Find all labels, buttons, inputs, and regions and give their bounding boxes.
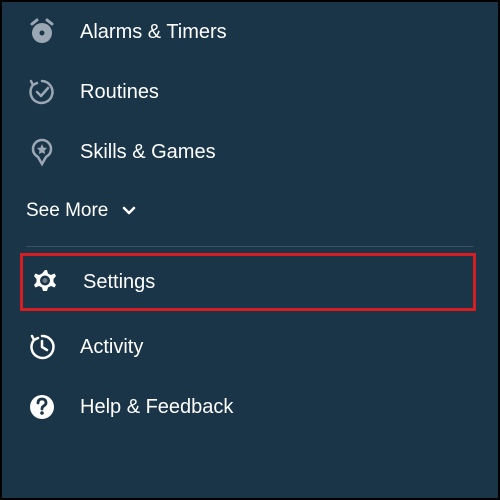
- menu-item-activity[interactable]: Activity: [2, 317, 498, 377]
- menu-item-label: Alarms & Timers: [80, 21, 227, 44]
- menu-item-label: Skills & Games: [80, 141, 216, 164]
- see-more-toggle[interactable]: See More: [2, 182, 498, 240]
- gear-icon: [29, 266, 61, 298]
- menu-item-routines[interactable]: Routines: [2, 62, 498, 122]
- skills-icon: [26, 136, 58, 168]
- help-icon: [26, 391, 58, 423]
- see-more-label: See More: [26, 200, 108, 222]
- menu-item-settings[interactable]: Settings: [20, 253, 476, 311]
- alarm-icon: [26, 16, 58, 48]
- menu-item-help[interactable]: Help & Feedback: [2, 377, 498, 437]
- activity-icon: [26, 331, 58, 363]
- menu-item-skills[interactable]: Skills & Games: [2, 122, 498, 182]
- menu-item-label: Routines: [80, 81, 159, 104]
- routines-icon: [26, 76, 58, 108]
- menu-item-label: Settings: [83, 271, 155, 294]
- menu-item-alarms[interactable]: Alarms & Timers: [2, 2, 498, 62]
- menu-divider: [26, 246, 474, 247]
- chevron-down-icon: [120, 202, 138, 220]
- sidebar-menu: Alarms & Timers Routines Skills & Games …: [2, 2, 498, 437]
- menu-item-label: Help & Feedback: [80, 396, 233, 419]
- menu-item-label: Activity: [80, 336, 143, 359]
